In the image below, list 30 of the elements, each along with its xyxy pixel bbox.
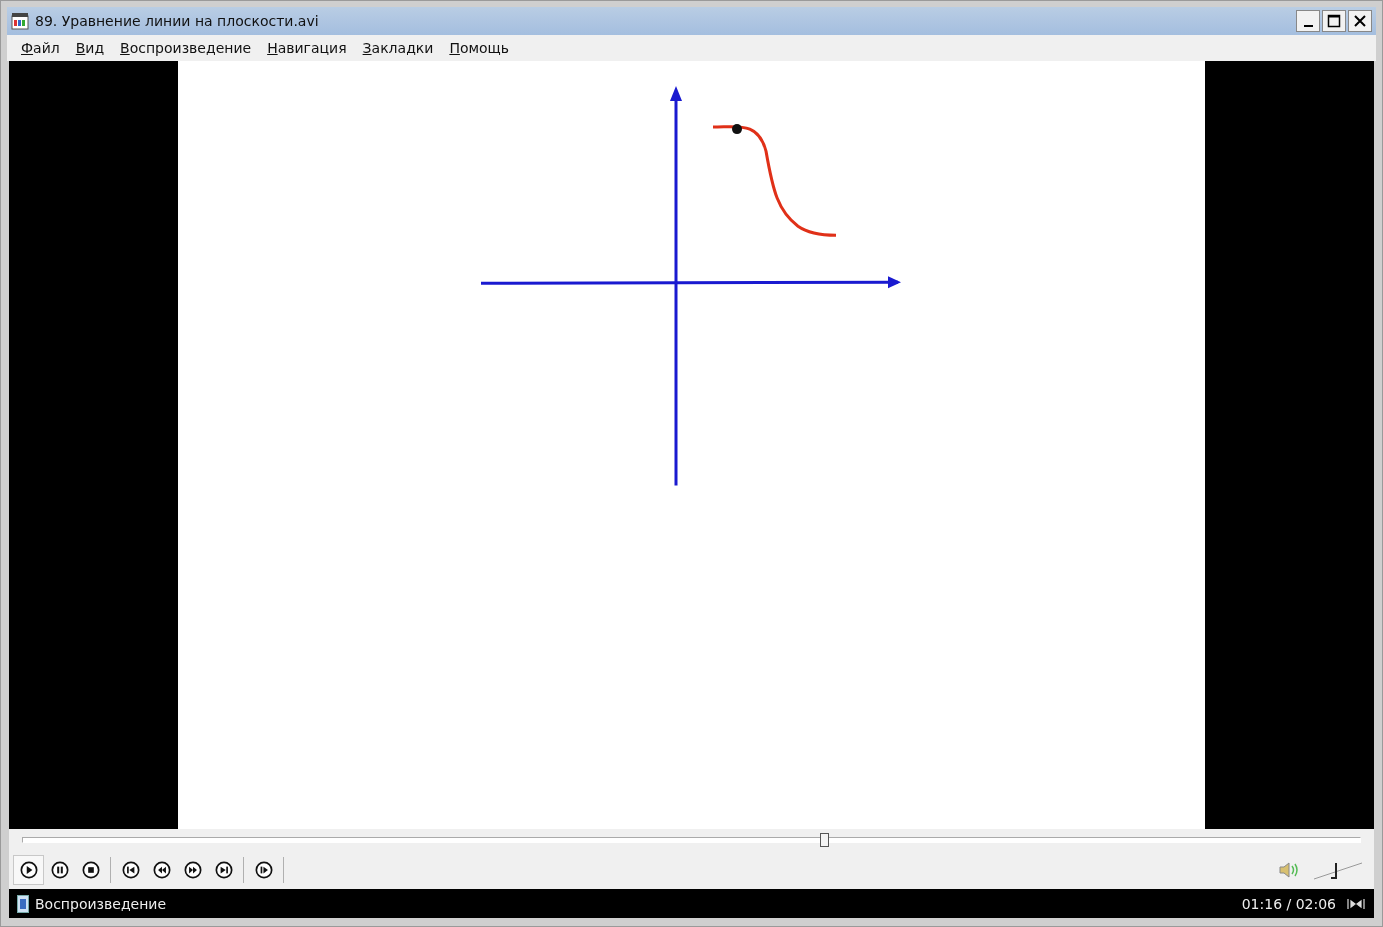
- volume-thumb[interactable]: [1331, 863, 1338, 879]
- maximize-icon: [1327, 14, 1341, 28]
- minimize-icon: [1303, 25, 1313, 27]
- skip-back-icon: [121, 861, 140, 879]
- step-forward-icon: [254, 861, 273, 879]
- close-button[interactable]: [1348, 10, 1372, 32]
- minimize-button[interactable]: [1296, 10, 1320, 32]
- rewind-icon: [152, 861, 171, 879]
- seek-thumb[interactable]: [820, 833, 830, 847]
- status-text: Воспроизведение: [35, 895, 168, 912]
- fast-forward-icon: [183, 861, 202, 879]
- play-icon: [19, 861, 38, 879]
- document-icon: [17, 894, 29, 913]
- skip-forward-icon: [214, 861, 233, 879]
- fullscreen-icon[interactable]: [1346, 896, 1366, 911]
- menu-item[interactable]: Помощь: [441, 40, 518, 56]
- time-display: 01:16 / 02:06: [1241, 895, 1336, 912]
- stop-icon: [81, 861, 100, 879]
- play-button[interactable]: [13, 855, 44, 885]
- menu-item[interactable]: Файл: [13, 40, 68, 56]
- menu-item[interactable]: Закладки: [354, 40, 442, 56]
- close-icon: [1353, 14, 1367, 28]
- menu-item[interactable]: Воспроизведение: [112, 40, 260, 56]
- window-title: 89. Уравнение линии на плоскости.avi: [35, 13, 320, 29]
- volume-slider[interactable]: [1314, 860, 1362, 880]
- menu-item[interactable]: Вид: [67, 40, 113, 56]
- menu-item[interactable]: Навигация: [259, 40, 355, 56]
- film-icon: [11, 12, 29, 30]
- pause-icon: [50, 861, 69, 879]
- maximize-button[interactable]: [1322, 10, 1346, 32]
